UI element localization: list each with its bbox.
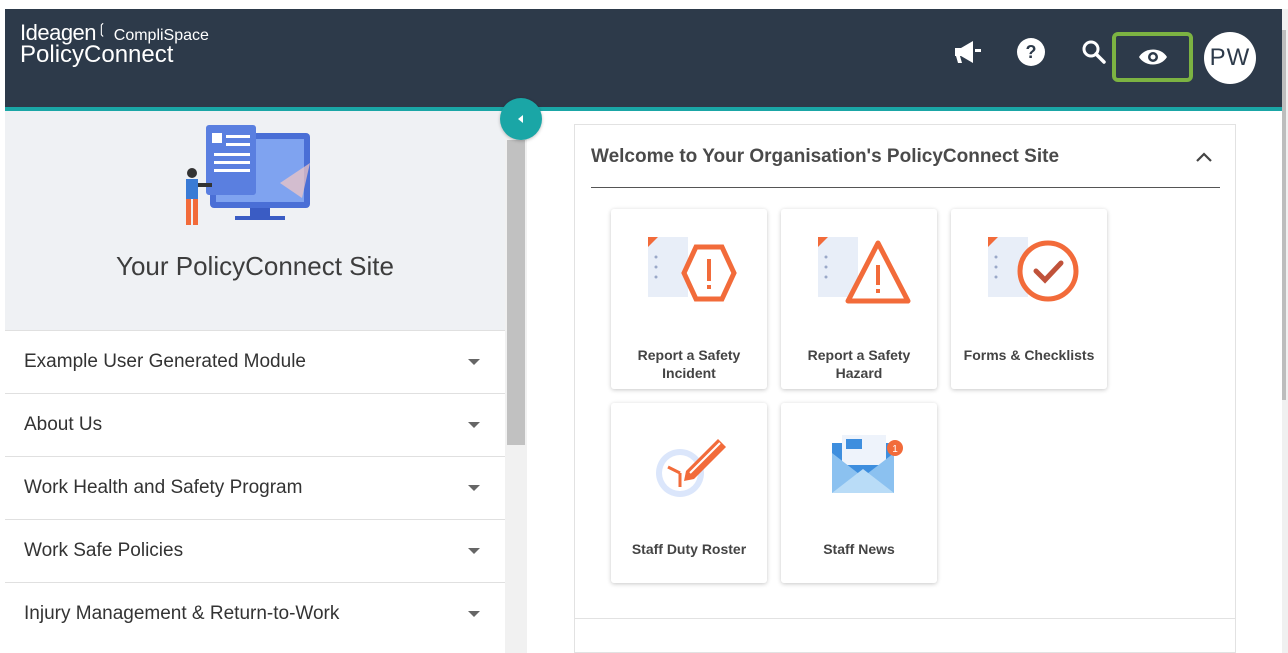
tile-report-safety-hazard[interactable]: Report a Safety Hazard — [781, 209, 937, 389]
caret-down-icon — [468, 485, 480, 491]
tile-staff-duty-roster[interactable]: Staff Duty Roster — [611, 403, 767, 583]
tile-label: Report a Safety Incident — [637, 347, 741, 381]
sidebar-item-label: Work Safe Policies — [24, 540, 184, 561]
tile-label: Staff News — [823, 541, 895, 557]
caret-down-icon — [468, 422, 480, 428]
page-scrollbar-thumb[interactable] — [1282, 30, 1286, 400]
sidebar-item-label: Example User Generated Module — [24, 351, 306, 372]
tile-report-safety-incident[interactable]: Report a Safety Incident — [611, 209, 767, 389]
site-illustration — [186, 125, 310, 225]
triangle-warning-icon — [818, 237, 911, 304]
sidebar-item-example-module[interactable]: Example User Generated Module — [5, 330, 505, 392]
panel-bottom-divider — [575, 618, 1235, 619]
sidebar-scrollbar-thumb[interactable] — [507, 140, 525, 445]
site-title: Your PolicyConnect Site — [116, 251, 394, 281]
news-badge: 1 — [892, 444, 898, 455]
clock-pencil-icon — [656, 439, 726, 497]
sidebar-item-label: Work Health and Safety Program — [24, 477, 303, 498]
tile-forms-checklists[interactable]: Forms & Checklists — [951, 209, 1107, 389]
envelope-icon: 1 — [832, 435, 903, 493]
sidebar-item-injury-management[interactable]: Injury Management & Return-to-Work — [5, 582, 505, 644]
caret-down-icon — [468, 611, 480, 617]
search-icon[interactable] — [1076, 34, 1112, 70]
svg-text:?: ? — [1026, 42, 1037, 62]
help-icon[interactable]: ? — [1013, 34, 1049, 70]
panel-title: Welcome to Your Organisation's PolicyCon… — [591, 146, 1060, 167]
collapse-sidebar-button[interactable] — [500, 98, 542, 140]
chevron-left-icon — [518, 115, 523, 123]
hexagon-alert-icon — [648, 237, 737, 302]
sidebar-hero: Your PolicyConnect Site — [5, 111, 505, 330]
tile-label: Report a Safety Hazard — [807, 347, 911, 381]
sidebar-item-about-us[interactable]: About Us — [5, 393, 505, 455]
tile-staff-news[interactable]: 1 Staff News — [781, 403, 937, 583]
sidebar: Your PolicyConnect Site Example User Gen… — [5, 111, 505, 653]
sidebar-item-whs-program[interactable]: Work Health and Safety Program — [5, 456, 505, 518]
eye-icon — [1138, 49, 1167, 65]
tile-label: Forms & Checklists — [963, 347, 1095, 363]
sidebar-item-label: About Us — [24, 414, 103, 435]
sidebar-item-work-safe-policies[interactable]: Work Safe Policies — [5, 519, 505, 581]
announcements-icon[interactable] — [950, 34, 986, 70]
chevron-up-icon[interactable] — [1195, 150, 1213, 168]
welcome-panel: Welcome to Your Organisation's PolicyCon… — [574, 124, 1236, 653]
caret-down-icon — [468, 548, 480, 554]
check-circle-icon — [988, 237, 1079, 302]
preview-eye-button[interactable] — [1112, 32, 1193, 82]
logo[interactable]: Ideagen❲ CompliSpace PolicyConnect — [20, 20, 209, 68]
panel-divider — [591, 187, 1220, 188]
tile-label: Staff Duty Roster — [631, 541, 747, 557]
caret-down-icon — [468, 359, 480, 365]
user-avatar[interactable]: PW — [1204, 32, 1256, 84]
sidebar-item-label: Injury Management & Return-to-Work — [24, 603, 340, 624]
